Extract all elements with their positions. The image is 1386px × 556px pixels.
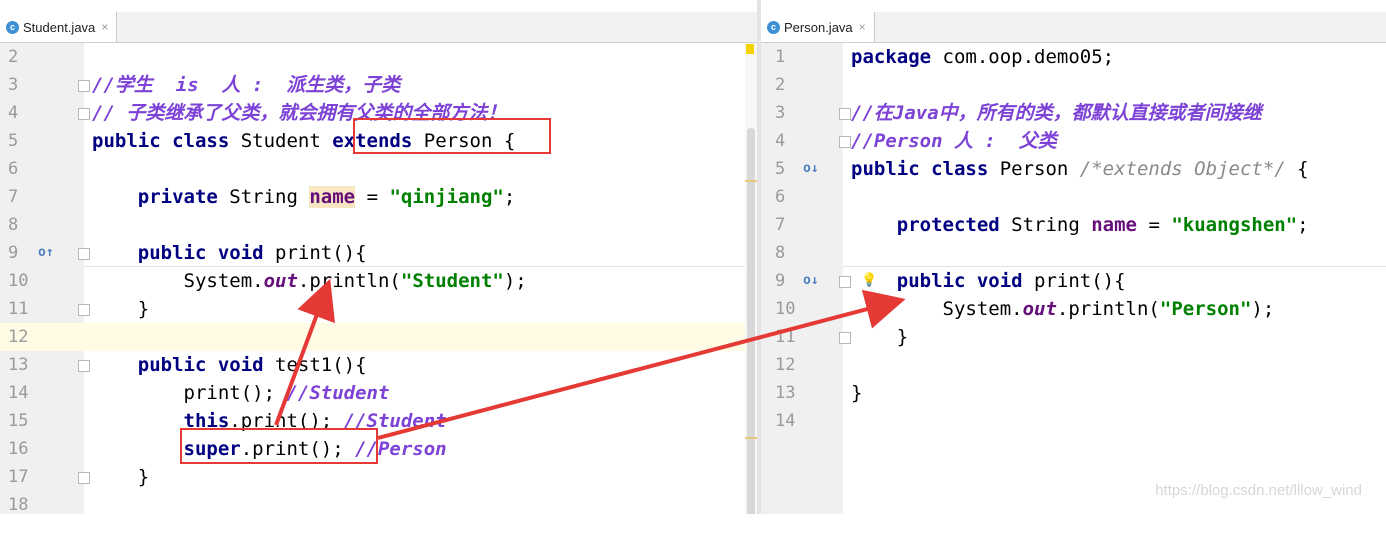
arrow-to-student-print <box>274 278 336 426</box>
watermark: https://blog.csdn.net/lllow_wind <box>1155 482 1362 499</box>
annotation-arrows <box>274 278 906 440</box>
arrow-to-person-print <box>377 289 906 440</box>
